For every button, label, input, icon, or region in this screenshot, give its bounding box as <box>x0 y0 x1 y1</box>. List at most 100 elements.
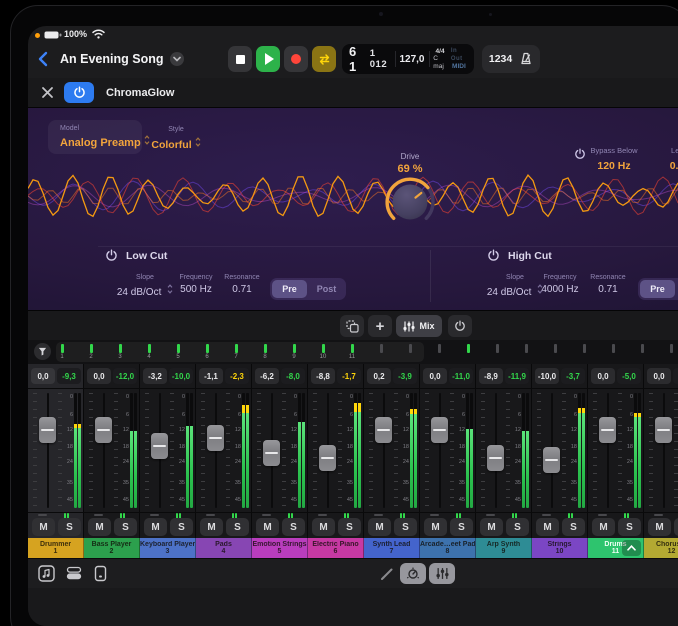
pencil-icon[interactable] <box>380 567 394 581</box>
solo-button[interactable]: S <box>562 518 585 536</box>
channel-volume-value[interactable]: -10,0 <box>535 368 559 384</box>
high-cut-pre-button[interactable]: Pre <box>640 280 675 298</box>
solo-button[interactable]: S <box>506 518 529 536</box>
filter-button[interactable] <box>34 343 51 360</box>
fader-cap[interactable] <box>487 445 504 471</box>
fader-cap[interactable] <box>151 433 168 459</box>
duplicate-button[interactable] <box>340 315 364 337</box>
controls-view-button[interactable] <box>400 563 426 584</box>
low-cut-pre-button[interactable]: Pre <box>272 280 307 298</box>
mute-button[interactable]: M <box>648 518 671 536</box>
track-name-label[interactable]: Chorus V 12 <box>644 538 678 558</box>
track-name-label[interactable]: Arcade…eet Pad 8 <box>420 538 476 558</box>
fader-cap[interactable] <box>319 445 336 471</box>
solo-button[interactable]: S <box>170 518 193 536</box>
fader-cap[interactable] <box>207 425 224 451</box>
screen-bottom-area <box>28 588 678 626</box>
track-name-label[interactable]: Keyboard Player 3 <box>140 538 196 558</box>
browsers-button[interactable] <box>66 565 82 584</box>
back-chevron-icon[interactable] <box>38 51 48 67</box>
fader-cap[interactable] <box>431 417 448 443</box>
add-track-button[interactable]: + <box>368 315 392 337</box>
lcd-display[interactable]: 6 1 1 012 127,0 4/4 C maj In Out MIDI <box>342 44 474 74</box>
solo-button[interactable]: S <box>226 518 249 536</box>
metronome-icon[interactable] <box>519 52 533 66</box>
title-dropdown-button[interactable] <box>170 52 184 66</box>
model-select[interactable]: Model Analog Preamp <box>48 120 142 154</box>
mute-button[interactable]: M <box>88 518 111 536</box>
solo-button[interactable]: S <box>674 518 678 536</box>
mute-button[interactable]: M <box>144 518 167 536</box>
track-name-label[interactable]: Pads 4 <box>196 538 252 558</box>
mixer-power-button[interactable] <box>448 315 472 337</box>
mixer-overview-strip[interactable]: 1234567891011 <box>28 340 678 364</box>
mute-button[interactable]: M <box>32 518 55 536</box>
channel-volume-value[interactable]: 0,0 <box>87 368 111 384</box>
mixer-faders-view-button[interactable] <box>429 563 455 584</box>
fader-cap[interactable] <box>543 447 560 473</box>
fader-cap[interactable] <box>599 417 616 443</box>
low-cut-post-button[interactable]: Post <box>309 280 344 298</box>
mute-button[interactable]: M <box>536 518 559 536</box>
play-button[interactable] <box>256 46 280 72</box>
track-name-label[interactable]: Drummer 1 <box>28 538 84 558</box>
track-name-label[interactable]: Strings 10 <box>532 538 588 558</box>
close-icon[interactable] <box>41 86 54 99</box>
track-name-label[interactable]: Drums 11 <box>588 538 644 558</box>
solo-button[interactable]: S <box>58 518 81 536</box>
track-name-label[interactable]: Electric Piano 6 <box>308 538 364 558</box>
mute-button[interactable]: M <box>200 518 223 536</box>
channel-volume-value[interactable]: -1,1 <box>199 368 223 384</box>
channel-volume-value[interactable]: -8,9 <box>479 368 503 384</box>
mute-button[interactable]: M <box>256 518 279 536</box>
fader-cap[interactable] <box>375 417 392 443</box>
channel-volume-value[interactable]: 0,0 <box>647 368 671 384</box>
fader-cap[interactable] <box>263 440 280 466</box>
mute-button[interactable]: M <box>592 518 615 536</box>
bypass-below-value[interactable]: 120 Hz <box>580 160 648 172</box>
fader-cap[interactable] <box>95 417 112 443</box>
plugin-power-button[interactable] <box>64 82 94 103</box>
solo-button[interactable]: S <box>282 518 305 536</box>
stop-button[interactable] <box>228 46 252 72</box>
solo-button[interactable]: S <box>114 518 137 536</box>
stack-collapse-button[interactable] <box>622 540 641 556</box>
mute-button[interactable]: M <box>368 518 391 536</box>
channel-volume-value[interactable]: 0,2 <box>367 368 391 384</box>
channel-volume-value[interactable]: 0,0 <box>31 368 55 384</box>
channel-volume-value[interactable]: 0,0 <box>423 368 447 384</box>
drive-knob[interactable] <box>382 174 438 230</box>
mixer-channel-strip: -6,2 -8,0 061218243545 M S Emotion Strin… <box>252 364 308 558</box>
high-cut-resonance-value[interactable]: 0.71 <box>573 284 643 295</box>
track-name-label[interactable]: Bass Player 2 <box>84 538 140 558</box>
mute-button[interactable]: M <box>424 518 447 536</box>
track-name-label[interactable]: Synth Lead 7 <box>364 538 420 558</box>
channel-volume-value[interactable]: -8,8 <box>311 368 335 384</box>
mix-view-button[interactable]: Mix <box>396 315 442 337</box>
fader-cap[interactable] <box>39 417 56 443</box>
mute-button[interactable]: M <box>312 518 335 536</box>
channel-volume-value[interactable]: -6,2 <box>255 368 279 384</box>
high-cut-power-icon[interactable] <box>487 249 500 262</box>
cycle-button[interactable] <box>312 46 336 72</box>
wifi-icon <box>92 29 105 39</box>
low-cut-power-icon[interactable] <box>105 249 118 262</box>
mute-button[interactable]: M <box>480 518 503 536</box>
play-surfaces-button[interactable] <box>94 565 107 585</box>
solo-button[interactable]: S <box>338 518 361 536</box>
low-cut-resonance-value[interactable]: 0.71 <box>207 284 277 295</box>
loops-browser-button[interactable] <box>38 565 55 585</box>
channel-volume-value[interactable]: 0,0 <box>591 368 615 384</box>
record-button[interactable] <box>284 46 308 72</box>
track-name-label[interactable]: Emotion Strings 5 <box>252 538 308 558</box>
solo-button[interactable]: S <box>618 518 641 536</box>
track-name-label[interactable]: Arp Synth 9 <box>476 538 532 558</box>
solo-button[interactable]: S <box>450 518 473 536</box>
fader-cap[interactable] <box>655 417 672 443</box>
count-in-button[interactable]: 1234 <box>489 53 512 65</box>
song-title[interactable]: An Evening Song <box>60 52 163 66</box>
solo-button[interactable]: S <box>394 518 417 536</box>
style-select[interactable]: Style Colorful <box>140 120 212 154</box>
level-value[interactable]: 0.0 <box>658 160 678 172</box>
channel-volume-value[interactable]: -3,2 <box>143 368 167 384</box>
